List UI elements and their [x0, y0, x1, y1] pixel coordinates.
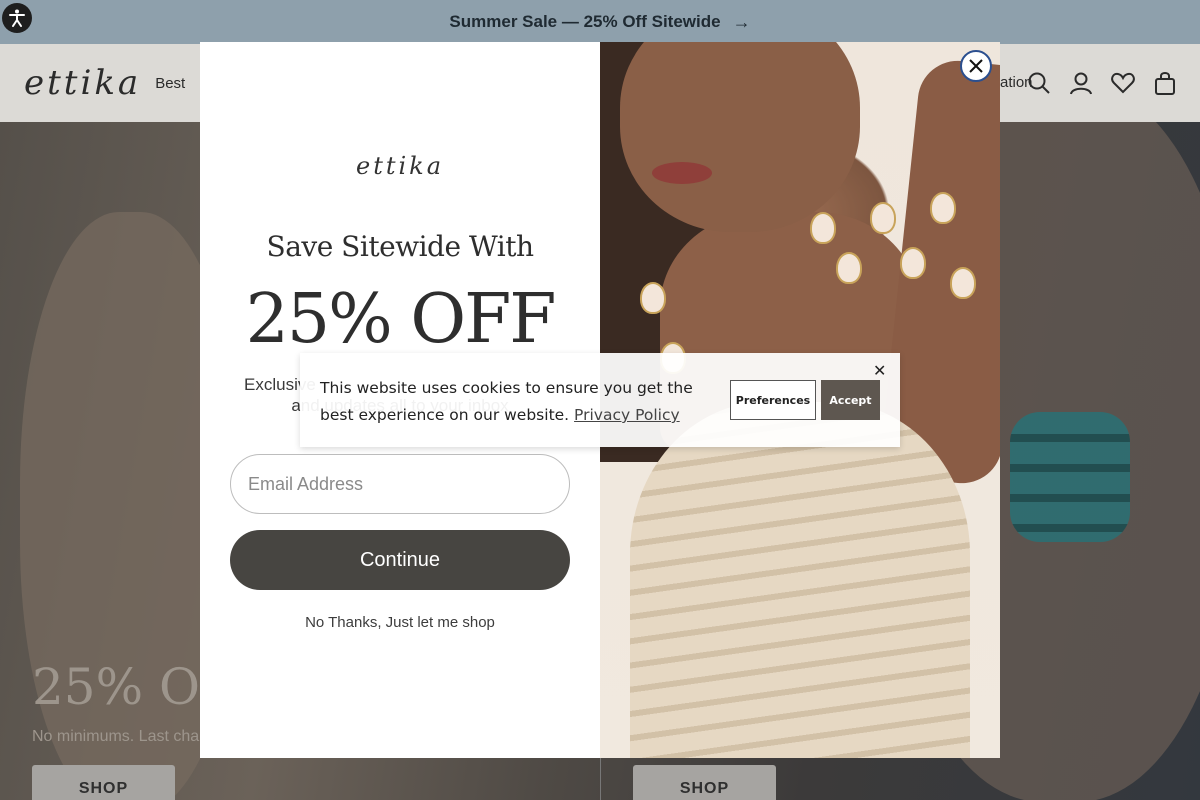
header-icons: [1026, 70, 1178, 96]
turquoise-bracelet-image: [1010, 412, 1130, 542]
shell-charm: [870, 202, 896, 234]
close-icon[interactable]: ✕: [873, 361, 886, 380]
continue-button[interactable]: Continue: [230, 530, 570, 590]
shell-charm: [900, 247, 926, 279]
modal-logo: ettika: [355, 152, 445, 180]
nav-item-best[interactable]: Best: [155, 75, 185, 92]
cookie-banner: This website uses cookies to ensure you …: [300, 353, 900, 447]
shop-button-right[interactable]: SHOP: [633, 765, 776, 800]
shell-charm: [810, 212, 836, 244]
shell-charm: [950, 267, 976, 299]
accept-button[interactable]: Accept: [821, 380, 880, 420]
heart-icon[interactable]: [1110, 70, 1136, 96]
account-icon[interactable]: [1068, 70, 1094, 96]
shell-charm: [836, 252, 862, 284]
privacy-policy-link[interactable]: Privacy Policy: [574, 406, 680, 424]
close-icon: [969, 59, 983, 73]
accessibility-figure: [9, 9, 25, 27]
arrow-right-icon: →: [732, 11, 751, 32]
brand-logo[interactable]: ettika: [24, 63, 141, 103]
announcement-bar[interactable]: Summer Sale — 25% Off Sitewide →: [0, 0, 1200, 44]
shell-charm: [640, 282, 666, 314]
email-field[interactable]: [230, 454, 570, 514]
no-thanks-link[interactable]: No Thanks, Just let me shop: [200, 614, 600, 631]
modal-offer: 25% OFF: [245, 280, 557, 359]
shell-charm: [930, 192, 956, 224]
hero-subtitle: No minimums. Last cha: [32, 728, 200, 745]
photo-lips: [652, 162, 712, 184]
close-modal-button[interactable]: [960, 50, 992, 82]
photo-woven-top: [630, 402, 970, 758]
accessibility-icon[interactable]: [2, 3, 32, 33]
photo-face: [620, 42, 860, 232]
modal-heading: Save Sitewide With: [266, 230, 534, 263]
announcement-text: Summer Sale — 25% Off Sitewide: [449, 12, 721, 31]
preferences-button[interactable]: Preferences: [730, 380, 816, 420]
cookie-message: This website uses cookies to ensure you …: [320, 375, 710, 429]
bag-icon[interactable]: [1152, 70, 1178, 96]
shop-button-left[interactable]: SHOP: [32, 765, 175, 800]
search-icon[interactable]: [1026, 70, 1052, 96]
